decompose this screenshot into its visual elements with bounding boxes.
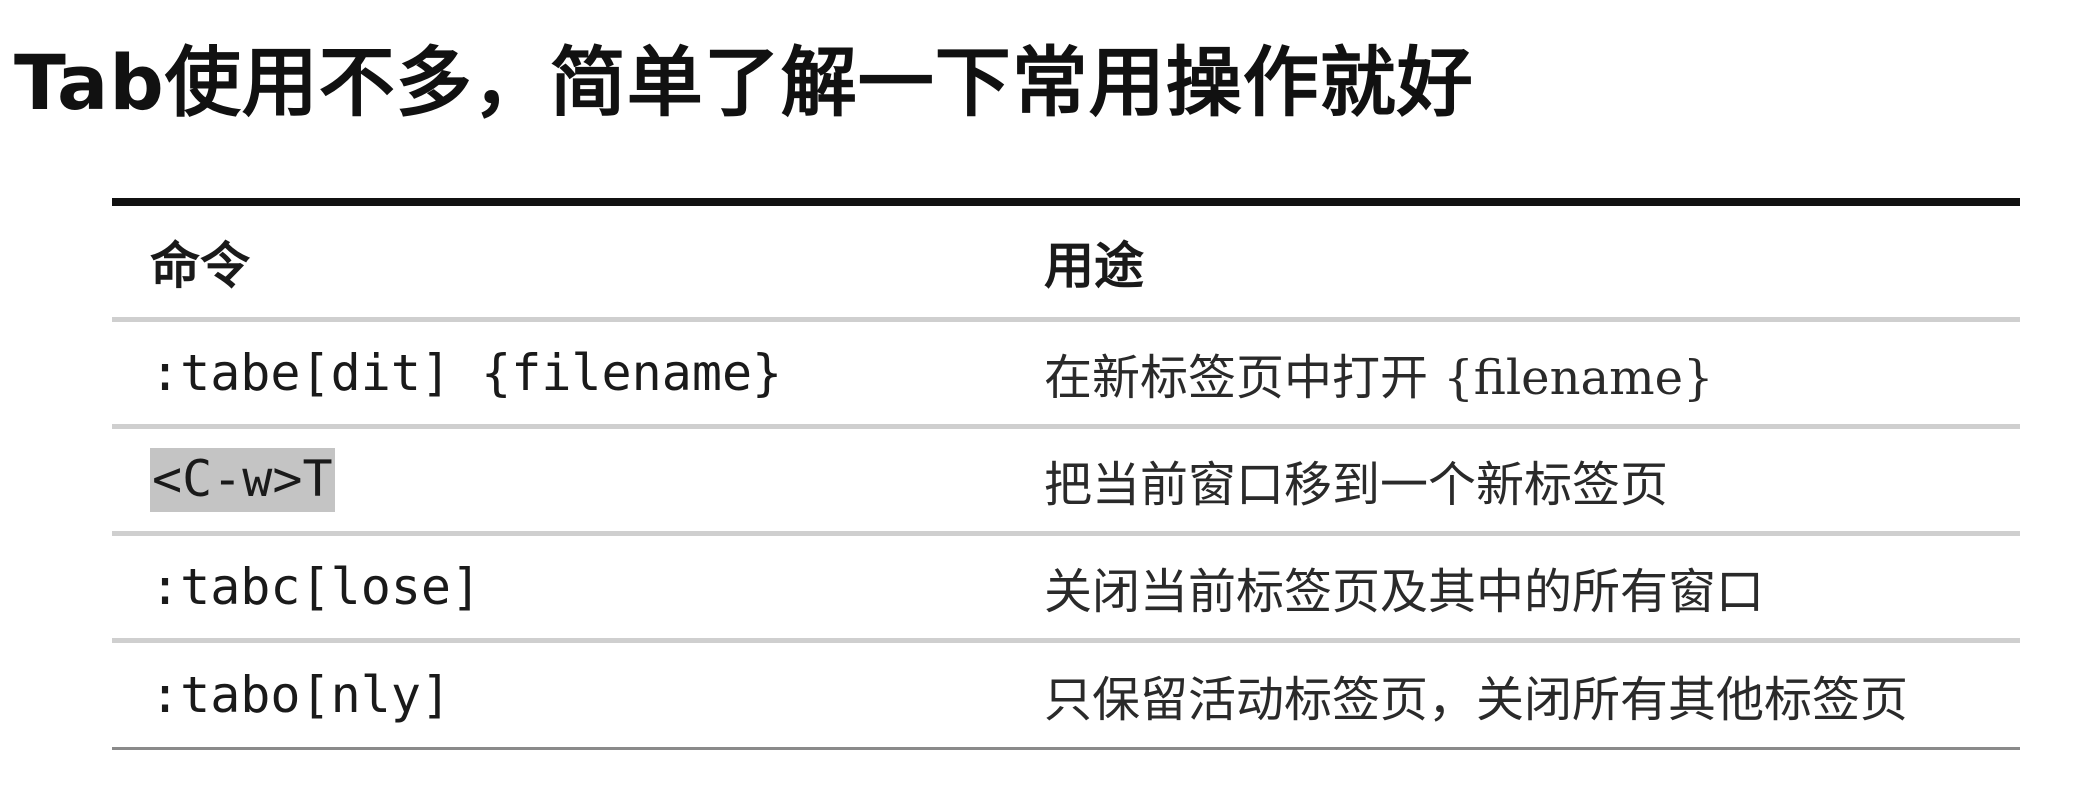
- usage-cell: 在新标签页中打开 {filename}: [1044, 350, 1714, 406]
- command-cell: <C-w>T: [150, 429, 335, 531]
- command-cell: :tabc[lose]: [150, 558, 482, 616]
- table-row: :tabe[dit] {filename} 在新标签页中打开 {filename…: [112, 322, 2020, 429]
- page-title: Tab使用不多，简单了解一下常用操作就好: [14, 38, 1474, 127]
- column-header-usage: 用途: [1044, 236, 1144, 295]
- command-cell: :tabo[nly]: [150, 666, 452, 724]
- usage-cell: 关闭当前标签页及其中的所有窗口: [1044, 564, 1765, 620]
- usage-cell: 只保留活动标签页，关闭所有其他标签页: [1044, 672, 1909, 728]
- table-row: <C-w>T 把当前窗口移到一个新标签页: [112, 429, 2020, 536]
- commands-table: 命令 用途 :tabe[dit] {filename} 在新标签页中打开 {fi…: [112, 198, 2020, 750]
- usage-cell: 把当前窗口移到一个新标签页: [1044, 457, 1669, 513]
- command-cell: :tabe[dit] {filename}: [150, 344, 783, 402]
- highlighted-command: <C-w>T: [150, 448, 335, 512]
- table-row: :tabo[nly] 只保留活动标签页，关闭所有其他标签页: [112, 643, 2020, 750]
- column-header-command: 命令: [150, 236, 250, 295]
- table-header-row: 命令 用途: [112, 206, 2020, 322]
- table-row: :tabc[lose] 关闭当前标签页及其中的所有窗口: [112, 536, 2020, 643]
- table-top-rule: [112, 198, 2020, 206]
